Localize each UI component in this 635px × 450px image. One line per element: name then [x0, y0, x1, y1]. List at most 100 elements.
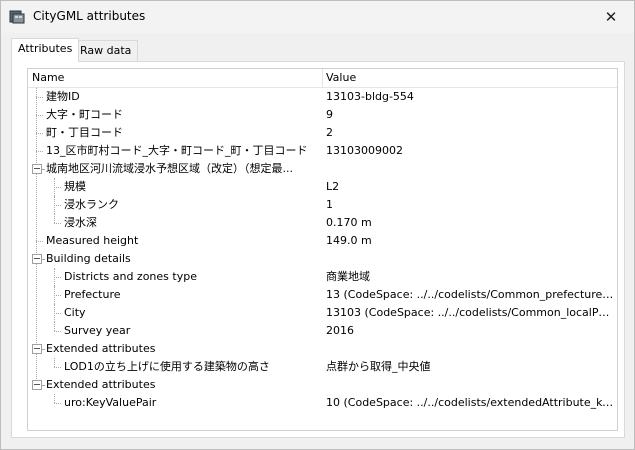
- row-value: 13103-bldg-554: [326, 90, 414, 103]
- tree-branch-line: [54, 205, 61, 206]
- row-name: Measured height: [46, 234, 139, 247]
- row-name: 城南地区河川流域浸水予想区域（改定）（想定最...: [46, 162, 293, 175]
- row-value: 2: [326, 126, 333, 139]
- tree-branch-line: [54, 277, 61, 278]
- tree-row[interactable]: LOD1の立ち上げに使用する建築物の高さ 点群から取得_中央値: [28, 358, 617, 376]
- tree-branch-line: [54, 403, 61, 404]
- attributes-tree[interactable]: Name Value 建物ID 13103-bldg-554 大字・町コード 9 町・丁…: [27, 68, 618, 431]
- row-name: 浸水ランク: [64, 198, 119, 211]
- row-value: [326, 250, 614, 268]
- tree-branch-line: [36, 133, 43, 134]
- collapse-toggle-icon[interactable]: [32, 344, 42, 354]
- tree-branch-line: [54, 187, 61, 188]
- row-name-cell: Prefecture: [28, 286, 318, 304]
- row-name-cell: 城南地区河川流域浸水予想区域（改定）（想定最...: [28, 160, 318, 178]
- tree-row[interactable]: 13_区市町村コード_大字・町コード_町・丁目コード 13103009002: [28, 142, 617, 160]
- collapse-toggle-icon[interactable]: [32, 254, 42, 264]
- tree-row[interactable]: 建物ID 13103-bldg-554: [28, 88, 617, 106]
- collapse-toggle-icon[interactable]: [32, 164, 42, 174]
- row-name-cell: 規模: [28, 178, 318, 196]
- tree-row[interactable]: 規模 L2: [28, 178, 617, 196]
- row-name: Survey year: [64, 324, 131, 337]
- row-name: 大字・町コード: [46, 108, 123, 121]
- tree-row[interactable]: Extended attributes: [28, 340, 617, 358]
- row-name-cell: 浸水深: [28, 214, 318, 232]
- tree-row[interactable]: Extended attributes: [28, 376, 617, 394]
- row-name-cell: Extended attributes: [28, 340, 318, 358]
- row-name-cell: 町・丁目コード: [28, 124, 318, 142]
- tree-guide-line: [54, 178, 55, 196]
- tree-row[interactable]: 城南地区河川流域浸水予想区域（改定）（想定最...: [28, 160, 617, 178]
- tree-branch-line: [54, 313, 61, 314]
- row-value: [326, 160, 614, 178]
- collapse-toggle-icon[interactable]: [32, 380, 42, 390]
- tree-guide-line: [54, 196, 55, 214]
- tree-branch-line: [42, 349, 44, 350]
- tree-guide-line: [54, 304, 55, 322]
- tree-guide-line: [54, 394, 55, 403]
- tree-row[interactable]: Districts and zones type 商業地域: [28, 268, 617, 286]
- attributes-window: CityGML attributes ✕ Attributes Raw data…: [0, 0, 635, 450]
- tree-branch-line: [42, 259, 44, 260]
- tree-row[interactable]: 浸水ランク 1: [28, 196, 617, 214]
- row-value: L2: [326, 180, 340, 193]
- row-name: 浸水深: [64, 216, 97, 229]
- tree-branch-line: [42, 385, 44, 386]
- tree-branch-line: [54, 367, 61, 368]
- row-name: Building details: [46, 252, 131, 265]
- row-value: 2016: [326, 324, 354, 337]
- row-value: 13103009002: [326, 144, 403, 157]
- row-value: 13103 (CodeSpace: ../../codelists/Common…: [326, 306, 614, 319]
- tree-guide-line: [54, 286, 55, 304]
- tree-row[interactable]: uro:KeyValuePair 10 (CodeSpace: ../../cod…: [28, 394, 617, 412]
- row-value: 10 (CodeSpace: ../../codelists/extendedA…: [326, 396, 614, 409]
- row-name: Extended attributes: [46, 378, 156, 391]
- row-name-cell: uro:KeyValuePair: [28, 394, 318, 412]
- column-header-name[interactable]: Name: [28, 69, 323, 87]
- tab-attributes[interactable]: Attributes: [11, 38, 80, 62]
- row-name: Prefecture: [64, 288, 121, 301]
- tree-guide-line: [54, 358, 55, 367]
- row-name-cell: Extended attributes: [28, 376, 318, 394]
- row-name-cell: Building details: [28, 250, 318, 268]
- row-value: 9: [326, 108, 333, 121]
- row-value: [326, 376, 614, 394]
- row-value: 149.0 m: [326, 234, 372, 247]
- row-name: 規模: [64, 180, 86, 193]
- close-button[interactable]: ✕: [588, 1, 634, 33]
- row-name: LOD1の立ち上げに使用する建築物の高さ: [64, 360, 270, 373]
- row-name-cell: 建物ID: [28, 88, 318, 106]
- row-name: 13_区市町村コード_大字・町コード_町・丁目コード: [46, 144, 308, 157]
- tab-raw-data[interactable]: Raw data: [73, 40, 139, 61]
- tree-branch-line: [36, 241, 43, 242]
- row-name-cell: 大字・町コード: [28, 106, 318, 124]
- tree-branch-line: [36, 115, 43, 116]
- row-value: 0.170 m: [326, 216, 372, 229]
- tree-header: Name Value: [28, 69, 617, 88]
- row-value: 13 (CodeSpace: ../../codelists/Common_pr…: [326, 288, 614, 301]
- row-name: City: [64, 306, 86, 319]
- tree-guide-line: [54, 214, 55, 223]
- row-name: 町・丁目コード: [46, 126, 123, 139]
- tree-branch-line: [54, 295, 61, 296]
- row-name: Extended attributes: [46, 342, 156, 355]
- tree-branch-line: [42, 169, 44, 170]
- app-icon: [9, 10, 25, 24]
- tree-branch-line: [36, 97, 43, 98]
- tree-row[interactable]: 町・丁目コード 2: [28, 124, 617, 142]
- row-name: uro:KeyValuePair: [64, 396, 157, 409]
- column-header-value[interactable]: Value: [322, 69, 616, 87]
- close-icon: ✕: [604, 8, 618, 26]
- row-name-cell: Survey year: [28, 322, 318, 340]
- tree-row[interactable]: Prefecture 13 (CodeSpace: ../../codelists…: [28, 286, 617, 304]
- tree-row[interactable]: 大字・町コード 9: [28, 106, 617, 124]
- tree-row[interactable]: Measured height 149.0 m: [28, 232, 617, 250]
- tree-row[interactable]: 浸水深 0.170 m: [28, 214, 617, 232]
- tree-row[interactable]: Survey year 2016: [28, 322, 617, 340]
- tree-guide-line: [54, 268, 55, 286]
- tree-row[interactable]: City 13103 (CodeSpace: ../../codelists/Co…: [28, 304, 617, 322]
- tree-branch-line: [36, 151, 43, 152]
- row-name-cell: LOD1の立ち上げに使用する建築物の高さ: [28, 358, 318, 376]
- tree-branch-line: [54, 331, 61, 332]
- tree-row[interactable]: Building details: [28, 250, 617, 268]
